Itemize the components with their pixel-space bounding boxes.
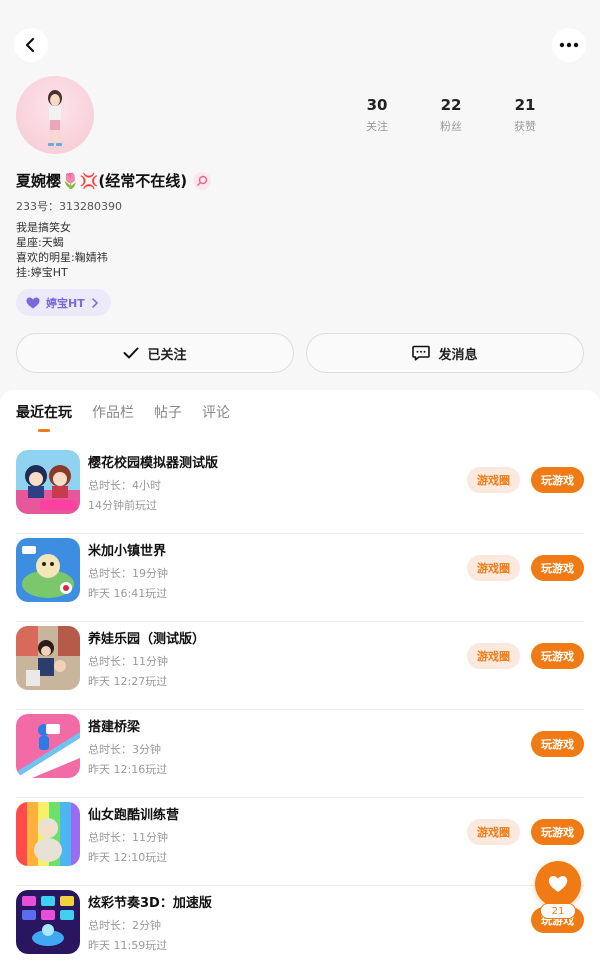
- profile-stats: 30 关注 22 粉丝 21 获赞: [340, 96, 562, 134]
- game-duration: 总时长：3分钟: [88, 743, 161, 756]
- rhythm-hop-game-icon: [16, 890, 80, 954]
- bridge-builder-game-icon: [16, 714, 80, 778]
- stat-following-label: 关注: [366, 120, 388, 133]
- followed-button-label: 已关注: [147, 347, 187, 363]
- avatar-figure-icon: [48, 90, 62, 146]
- game-icon[interactable]: [16, 890, 80, 954]
- profile-actions: 已关注 发消息: [16, 333, 584, 373]
- heart-icon: [26, 297, 40, 308]
- stat-following[interactable]: 30 关注: [340, 96, 414, 134]
- stat-fans-count: 22: [440, 96, 462, 114]
- nickname-row: 夏婉樱🌷💢(经常不在线): [16, 170, 212, 191]
- like-count-badge: 21: [540, 903, 576, 919]
- followed-button[interactable]: 已关注: [16, 333, 294, 373]
- more-button[interactable]: [552, 28, 586, 62]
- chevron-right-icon: [91, 297, 98, 308]
- game-circle-button[interactable]: 游戏圈: [467, 819, 520, 845]
- play-game-button[interactable]: 玩游戏: [531, 555, 584, 581]
- stat-likes-count: 21: [514, 96, 536, 114]
- tab-recently-played[interactable]: 最近在玩: [16, 402, 72, 432]
- message-button-label: 发消息: [438, 347, 478, 363]
- game-icon[interactable]: [16, 450, 80, 514]
- profile-header: 30 关注 22 粉丝 21 获赞 夏婉樱🌷💢(经常不在线) 233号：3132…: [16, 76, 584, 316]
- tab-posts[interactable]: 帖子: [154, 402, 182, 432]
- content-panel: 最近在玩 作品栏 帖子 评论 樱花校园模拟器测试版 总时长：4小时 14分钟前玩…: [0, 390, 600, 960]
- stat-likes-label: 获赞: [514, 120, 536, 133]
- game-last-played: 昨天 12:10玩过: [88, 851, 168, 864]
- game-title: 米加小镇世界: [88, 544, 167, 559]
- game-row[interactable]: 炫彩节奏3D：加速版 总时长：2分钟 昨天 11:59玩过 玩游戏: [16, 886, 584, 960]
- game-duration: 总时长：2分钟: [88, 919, 161, 932]
- game-info: 樱花校园模拟器测试版 总时长：4小时 14分钟前玩过: [88, 452, 218, 513]
- stat-likes[interactable]: 21 获赞: [488, 96, 562, 134]
- game-icon[interactable]: [16, 538, 80, 602]
- game-duration: 总时长：11分钟: [88, 655, 168, 668]
- stat-fans[interactable]: 22 粉丝: [414, 96, 488, 134]
- game-last-played: 昨天 11:59玩过: [88, 939, 168, 952]
- tag-chip[interactable]: 婷宝HT: [16, 289, 111, 316]
- game-duration: 总时长：19分钟: [88, 567, 168, 580]
- game-icon[interactable]: [16, 714, 80, 778]
- game-title: 樱花校园模拟器测试版: [88, 456, 219, 471]
- play-game-button[interactable]: 玩游戏: [531, 467, 584, 493]
- game-title: 炫彩节奏3D：加速版: [88, 896, 212, 911]
- game-circle-button[interactable]: 游戏圈: [467, 467, 520, 493]
- top-bar: [0, 28, 600, 64]
- game-info: 仙女跑酷训练营 总时长：11分钟 昨天 12:10玩过: [88, 804, 179, 865]
- game-duration: 总时长：4小时: [88, 479, 161, 492]
- chat-bubble-icon: [412, 345, 431, 361]
- tag-chip-label: 婷宝HT: [46, 296, 85, 310]
- baby-paradise-game-icon: [16, 626, 80, 690]
- bio-line: 喜欢的明星:鞠婧祎: [16, 251, 108, 264]
- like-fab-button[interactable]: [535, 861, 581, 907]
- miga-town-game-icon: [16, 538, 80, 602]
- message-button[interactable]: 发消息: [306, 333, 584, 373]
- game-last-played: 昨天 12:16玩过: [88, 763, 168, 776]
- tab-works[interactable]: 作品栏: [92, 402, 134, 432]
- game-row[interactable]: 搭建桥梁 总时长：3分钟 昨天 12:16玩过 玩游戏: [16, 710, 584, 798]
- more-dots-icon: [559, 42, 579, 48]
- stat-following-count: 30: [366, 96, 388, 114]
- game-circle-button[interactable]: 游戏圈: [467, 555, 520, 581]
- game-row[interactable]: 仙女跑酷训练营 总时长：11分钟 昨天 12:10玩过 游戏圈 玩游戏: [16, 798, 584, 886]
- nickname: 夏婉樱🌷💢(经常不在线): [16, 172, 188, 190]
- back-button[interactable]: [14, 28, 48, 62]
- play-game-button[interactable]: 玩游戏: [531, 819, 584, 845]
- game-row[interactable]: 米加小镇世界 总时长：19分钟 昨天 16:41玩过 游戏圈 玩游戏: [16, 534, 584, 622]
- bio: 我是搞笑女 星座:天蝎 喜欢的明星:鞠婧祎 挂:婷宝HT: [16, 220, 108, 280]
- tab-comments[interactable]: 评论: [202, 402, 230, 432]
- game-row[interactable]: 养娃乐园（测试版） 总时长：11分钟 昨天 12:27玩过 游戏圈 玩游戏: [16, 622, 584, 710]
- game-title: 养娃乐园（测试版）: [88, 632, 206, 647]
- sakura-school-game-icon: [16, 450, 80, 514]
- game-duration: 总时长：11分钟: [88, 831, 168, 844]
- user-id: 233号：313280390: [16, 200, 122, 213]
- heart-icon: [548, 876, 568, 892]
- game-title: 搭建桥梁: [88, 720, 141, 735]
- game-last-played: 昨天 12:27玩过: [88, 675, 168, 688]
- game-info: 搭建桥梁 总时长：3分钟 昨天 12:16玩过: [88, 716, 167, 777]
- bio-line: 我是搞笑女: [16, 221, 71, 234]
- game-row[interactable]: 樱花校园模拟器测试版 总时长：4小时 14分钟前玩过 游戏圈 玩游戏: [16, 446, 584, 534]
- stat-fans-label: 粉丝: [440, 120, 462, 133]
- lollipop-badge-icon: [193, 171, 212, 190]
- game-circle-button[interactable]: 游戏圈: [467, 643, 520, 669]
- avatar[interactable]: [16, 76, 94, 154]
- play-game-button[interactable]: 玩游戏: [531, 731, 584, 757]
- tab-bar: 最近在玩 作品栏 帖子 评论: [16, 402, 230, 432]
- check-icon: [123, 347, 139, 359]
- game-info: 养娃乐园（测试版） 总时长：11分钟 昨天 12:27玩过: [88, 628, 205, 689]
- play-game-button[interactable]: 玩游戏: [531, 643, 584, 669]
- back-arrow-icon: [25, 37, 35, 53]
- game-info: 炫彩节奏3D：加速版 总时长：2分钟 昨天 11:59玩过: [88, 892, 212, 953]
- bio-line: 挂:婷宝HT: [16, 266, 68, 279]
- fairy-runner-game-icon: [16, 802, 80, 866]
- game-icon[interactable]: [16, 626, 80, 690]
- bio-line: 星座:天蝎: [16, 236, 64, 249]
- game-info: 米加小镇世界 总时长：19分钟 昨天 16:41玩过: [88, 540, 168, 601]
- game-last-played: 昨天 16:41玩过: [88, 587, 168, 600]
- game-icon[interactable]: [16, 802, 80, 866]
- game-title: 仙女跑酷训练营: [88, 808, 180, 823]
- game-last-played: 14分钟前玩过: [88, 499, 157, 512]
- game-list: 樱花校园模拟器测试版 总时长：4小时 14分钟前玩过 游戏圈 玩游戏 米加小镇世…: [0, 446, 600, 960]
